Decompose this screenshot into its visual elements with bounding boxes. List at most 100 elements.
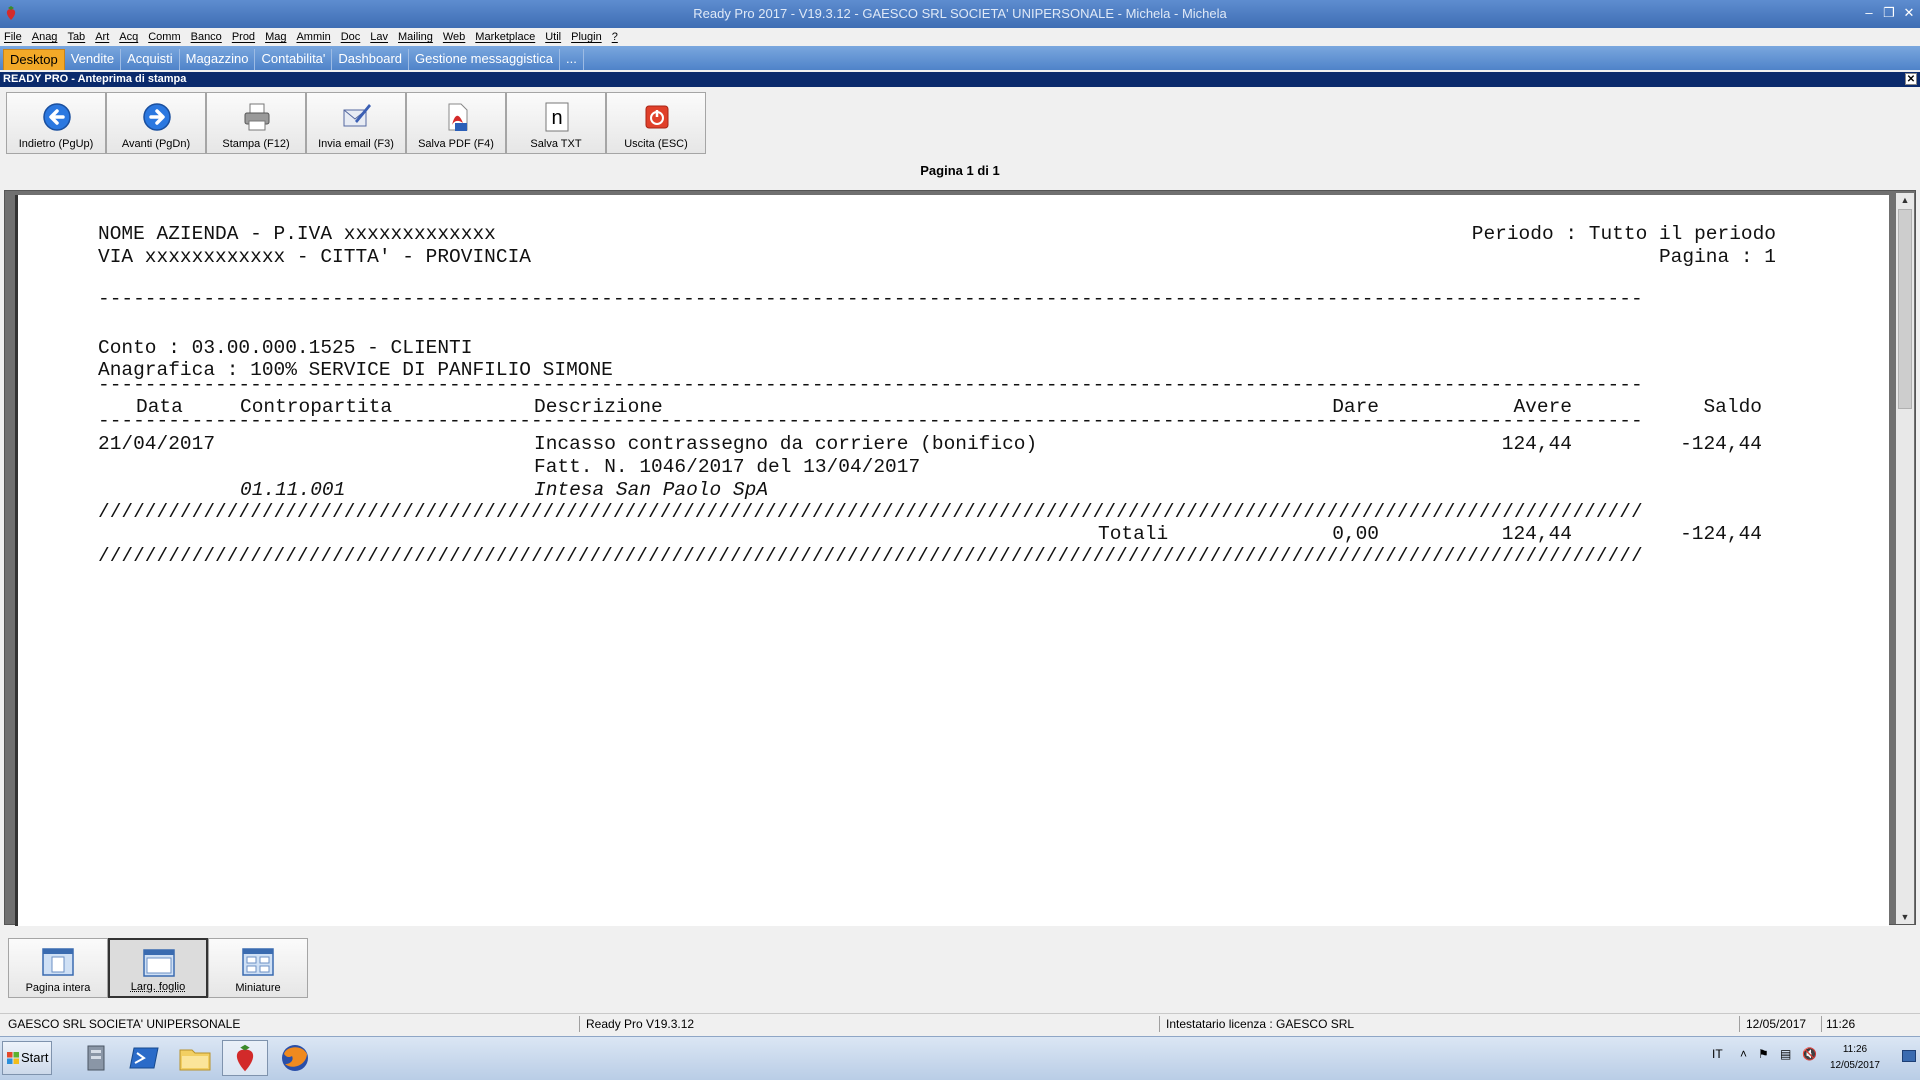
status-date: 12/05/2017 bbox=[1742, 1016, 1822, 1032]
maximize-button[interactable]: ❐ bbox=[1880, 5, 1898, 21]
clock-date: 12/05/2017 bbox=[1829, 1060, 1880, 1071]
status-bar: GAESCO SRL SOCIETA' UNIPERSONALE Ready P… bbox=[0, 1013, 1920, 1033]
arrow-right-icon bbox=[143, 103, 171, 131]
company-name-line: NOME AZIENDA - P.IVA xxxxxxxxxxxxx bbox=[98, 223, 496, 245]
period-line: Periodo : Tutto il periodo bbox=[1471, 223, 1776, 245]
page-width-icon bbox=[143, 949, 175, 977]
menu-web[interactable]: Web bbox=[443, 31, 465, 43]
menu-art[interactable]: Art bbox=[95, 31, 109, 43]
txt-icon: n bbox=[545, 102, 569, 132]
vertical-scrollbar[interactable]: ▲ ▼ bbox=[1896, 193, 1914, 924]
volume-muted-icon[interactable]: 🔇 bbox=[1802, 1047, 1817, 1061]
menu-mailing[interactable]: Mailing bbox=[398, 31, 433, 43]
page-width-view-button[interactable]: Larg. foglio bbox=[108, 938, 208, 998]
totals-label: Totali bbox=[1098, 523, 1169, 545]
menu-anag[interactable]: Anag bbox=[32, 31, 58, 43]
title-bar: Ready Pro 2017 - V19.3.12 - GAESCO SRL S… bbox=[0, 0, 1920, 28]
send-email-button-label: Invia email (F3) bbox=[318, 138, 394, 150]
panel-close-button[interactable]: ✕ bbox=[1905, 73, 1917, 85]
separator-header-bottom: ----------------------------------------… bbox=[98, 410, 1643, 432]
system-clock[interactable]: 11:26 12/05/2017 bbox=[1830, 1042, 1880, 1074]
page-width-view-label: Larg. foglio bbox=[130, 981, 186, 993]
scroll-thumb[interactable] bbox=[1898, 209, 1912, 409]
scroll-up-icon[interactable]: ▲ bbox=[1898, 193, 1912, 207]
tab-magazzino[interactable]: Magazzino bbox=[180, 49, 256, 70]
menu-banco[interactable]: Banco bbox=[191, 31, 222, 43]
status-company: GAESCO SRL SOCIETA' UNIPERSONALE bbox=[4, 1016, 580, 1032]
forward-button-label: Avanti (PgDn) bbox=[121, 138, 191, 150]
menu-lav[interactable]: Lav bbox=[370, 31, 388, 43]
save-pdf-button[interactable]: Salva PDF (F4) bbox=[406, 92, 506, 154]
total-avere: 124,44 bbox=[1501, 523, 1572, 545]
show-hidden-icons-icon[interactable]: ˄ bbox=[1740, 1047, 1747, 1061]
menu-marketplace[interactable]: Marketplace bbox=[475, 31, 535, 43]
close-button[interactable]: ✕ bbox=[1900, 5, 1918, 21]
menu-prod[interactable]: Prod bbox=[232, 31, 255, 43]
preview-toolbar: Indietro (PgUp) Avanti (PgDn) Stampa (F1… bbox=[6, 92, 706, 154]
row-date: 21/04/2017 bbox=[98, 433, 216, 455]
status-license: Intestatario licenza : GAESCO SRL bbox=[1162, 1016, 1740, 1032]
report-page: NOME AZIENDA - P.IVA xxxxxxxxxxxxx VIA x… bbox=[15, 195, 1889, 926]
tab-dashboard[interactable]: Dashboard bbox=[332, 49, 410, 70]
tab-more[interactable]: ... bbox=[560, 49, 584, 70]
tab-contabilita[interactable]: Contabilita' bbox=[255, 49, 333, 70]
send-email-button[interactable]: Invia email (F3) bbox=[306, 92, 406, 154]
menu-comm[interactable]: Comm bbox=[148, 31, 180, 43]
panel-caption: READY PRO - Anteprima di stampa ✕ bbox=[0, 72, 1920, 87]
exit-button-label: Uscita (ESC) bbox=[624, 138, 688, 150]
menu-acq[interactable]: Acq bbox=[119, 31, 138, 43]
ready-pro-app-icon[interactable] bbox=[222, 1040, 268, 1076]
conto-line: Conto : 03.00.000.1525 - CLIENTI bbox=[98, 337, 473, 359]
menu-ammin[interactable]: Ammin bbox=[296, 31, 330, 43]
svg-text:n: n bbox=[551, 107, 562, 129]
menu-util[interactable]: Util bbox=[545, 31, 561, 43]
clock-time: 11:26 bbox=[1842, 1044, 1868, 1055]
menu-mag[interactable]: Mag bbox=[265, 31, 286, 43]
menu-bar: File Anag Tab Art Acq Comm Banco Prod Ma… bbox=[0, 28, 1920, 46]
back-button-label: Indietro (PgUp) bbox=[18, 138, 94, 150]
forward-button[interactable]: Avanti (PgDn) bbox=[106, 92, 206, 154]
file-explorer-app-icon[interactable] bbox=[172, 1040, 218, 1076]
slash-line-top: ////////////////////////////////////////… bbox=[98, 501, 1643, 523]
thumbnails-view-button[interactable]: Miniature bbox=[208, 938, 308, 998]
tab-acquisti[interactable]: Acquisti bbox=[121, 49, 180, 70]
start-label: Start bbox=[21, 1050, 49, 1065]
language-indicator[interactable]: IT bbox=[1712, 1047, 1723, 1061]
back-button[interactable]: Indietro (PgUp) bbox=[6, 92, 106, 154]
windows-logo-icon bbox=[7, 1052, 19, 1064]
tab-gestione-messaggistica[interactable]: Gestione messaggistica bbox=[409, 49, 561, 70]
exit-icon bbox=[645, 105, 669, 129]
pdf-icon bbox=[448, 103, 468, 131]
column-header-saldo: Saldo bbox=[1703, 396, 1762, 418]
print-server-app-icon[interactable] bbox=[74, 1040, 120, 1076]
row-avere: 124,44 bbox=[1501, 433, 1572, 455]
full-page-view-button[interactable]: Pagina intera bbox=[8, 938, 108, 998]
start-button[interactable]: Start bbox=[2, 1041, 52, 1075]
show-desktop-icon[interactable] bbox=[1902, 1050, 1916, 1062]
minimize-button[interactable]: – bbox=[1860, 5, 1878, 21]
save-txt-button[interactable]: n Salva TXT bbox=[506, 92, 606, 154]
tab-desktop[interactable]: Desktop bbox=[3, 49, 65, 70]
firefox-app-icon[interactable] bbox=[272, 1040, 318, 1076]
status-version: Ready Pro V19.3.12 bbox=[582, 1016, 1160, 1032]
tab-vendite[interactable]: Vendite bbox=[65, 49, 122, 70]
powershell-app-icon[interactable] bbox=[122, 1040, 168, 1076]
thumbnails-icon bbox=[242, 948, 274, 976]
save-pdf-button-label: Salva PDF (F4) bbox=[418, 138, 494, 150]
exit-button[interactable]: Uscita (ESC) bbox=[606, 92, 706, 154]
separator-header-top: ----------------------------------------… bbox=[98, 374, 1643, 396]
arrow-left-icon bbox=[43, 103, 71, 131]
scroll-down-icon[interactable]: ▼ bbox=[1898, 910, 1912, 924]
menu-tab[interactable]: Tab bbox=[67, 31, 85, 43]
network-icon[interactable]: ▤ bbox=[1780, 1047, 1791, 1061]
menu-help[interactable]: ? bbox=[612, 31, 618, 43]
company-address-line: VIA xxxxxxxxxxxx - CITTA' - PROVINCIA bbox=[98, 246, 531, 268]
menu-plugin[interactable]: Plugin bbox=[571, 31, 602, 43]
print-button[interactable]: Stampa (F12) bbox=[206, 92, 306, 154]
menu-doc[interactable]: Doc bbox=[341, 31, 361, 43]
action-center-flag-icon[interactable]: ⚑ bbox=[1758, 1047, 1769, 1061]
menu-file[interactable]: File bbox=[4, 31, 22, 43]
full-page-icon bbox=[42, 948, 74, 976]
print-button-label: Stampa (F12) bbox=[222, 138, 290, 150]
panel-caption-text: READY PRO - Anteprima di stampa bbox=[3, 73, 187, 85]
